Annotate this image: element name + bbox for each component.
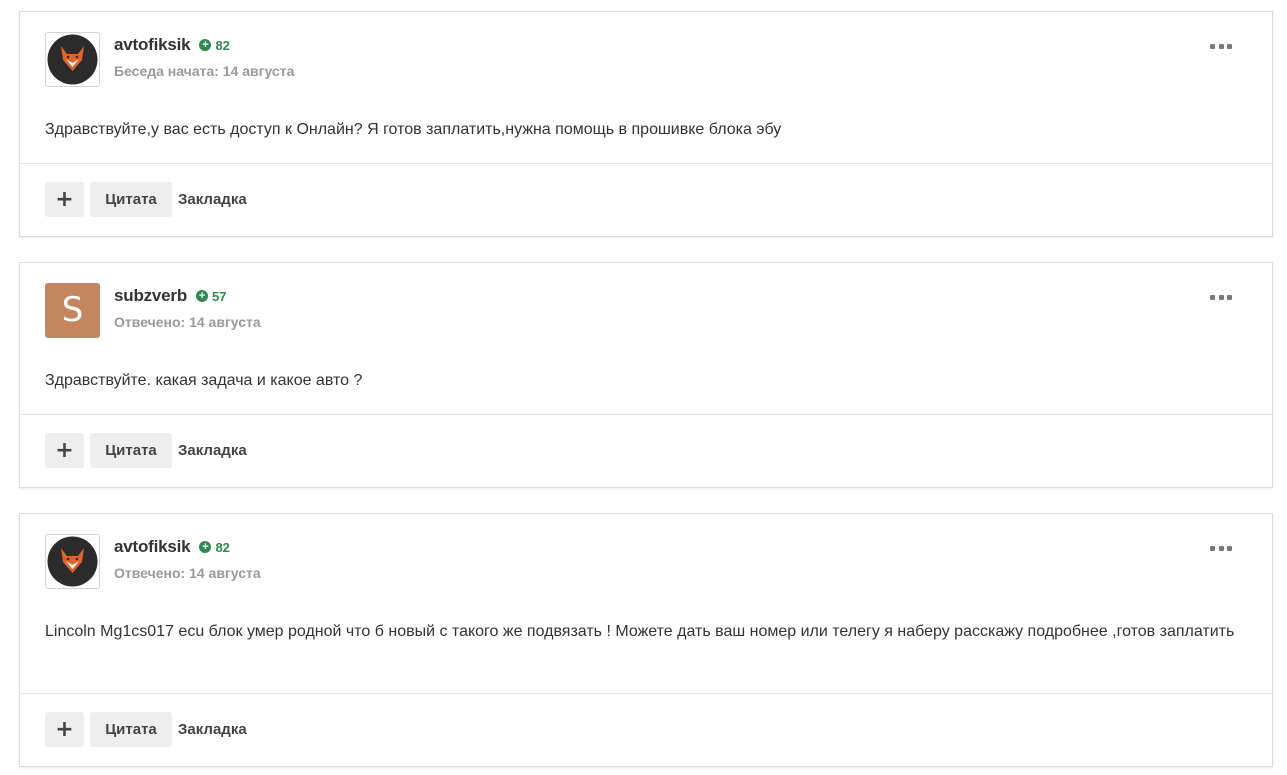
- reputation-badge[interactable]: + 57: [196, 288, 227, 304]
- bookmark-button[interactable]: Закладка: [178, 712, 247, 747]
- post-content: Здравствуйте,у вас есть доступ к Онлайн?…: [45, 121, 782, 138]
- avatar[interactable]: [45, 32, 100, 87]
- author-line: subzverb + 57: [114, 286, 227, 306]
- quote-button[interactable]: Цитата: [90, 433, 172, 468]
- reputation-count: 82: [215, 37, 230, 53]
- post-content: Lincoln Mg1cs017 ecu блок умер родной чт…: [45, 623, 1235, 640]
- forum-post: avtofiksik + 82 Беседа начата: 14 август…: [19, 11, 1273, 237]
- post-date: Беседа начата: 14 августа: [114, 63, 295, 79]
- reaction-button[interactable]: +: [45, 712, 84, 747]
- fox-flash-logo-icon: [47, 34, 98, 85]
- post-actions: + Цитата Закладка: [20, 693, 1272, 766]
- more-options-icon[interactable]: [1210, 291, 1232, 303]
- bookmark-button[interactable]: Закладка: [178, 433, 247, 468]
- quote-button[interactable]: Цитата: [90, 182, 172, 217]
- author-name[interactable]: avtofiksik: [114, 35, 191, 55]
- more-options-icon[interactable]: [1210, 542, 1232, 554]
- author-name[interactable]: subzverb: [114, 286, 187, 306]
- fox-flash-logo-icon: [47, 536, 98, 587]
- author-line: avtofiksik + 82: [114, 537, 230, 557]
- author-name[interactable]: avtofiksik: [114, 537, 191, 557]
- reaction-button[interactable]: +: [45, 433, 84, 468]
- plus-circle-icon: +: [199, 541, 212, 553]
- reputation-badge[interactable]: + 82: [199, 539, 230, 555]
- bookmark-button[interactable]: Закладка: [178, 182, 247, 217]
- forum-post: S subzverb + 57 Отвечено: 14 августа Здр…: [19, 262, 1273, 488]
- avatar[interactable]: S: [45, 283, 100, 338]
- post-date: Отвечено: 14 августа: [114, 565, 261, 581]
- post-date: Отвечено: 14 августа: [114, 314, 261, 330]
- quote-button[interactable]: Цитата: [90, 712, 172, 747]
- reputation-count: 57: [212, 288, 227, 304]
- reaction-button[interactable]: +: [45, 182, 84, 217]
- author-line: avtofiksik + 82: [114, 35, 230, 55]
- reputation-badge[interactable]: + 82: [199, 37, 230, 53]
- plus-circle-icon: +: [199, 39, 212, 51]
- post-content: Здравствуйте. какая задача и какое авто …: [45, 372, 363, 389]
- post-actions: + Цитата Закладка: [20, 163, 1272, 236]
- plus-circle-icon: +: [196, 290, 209, 302]
- more-options-icon[interactable]: [1210, 40, 1232, 52]
- post-actions: + Цитата Закладка: [20, 414, 1272, 487]
- forum-post: avtofiksik + 82 Отвечено: 14 августа Lin…: [19, 513, 1273, 767]
- reputation-count: 82: [215, 539, 230, 555]
- avatar[interactable]: [45, 534, 100, 589]
